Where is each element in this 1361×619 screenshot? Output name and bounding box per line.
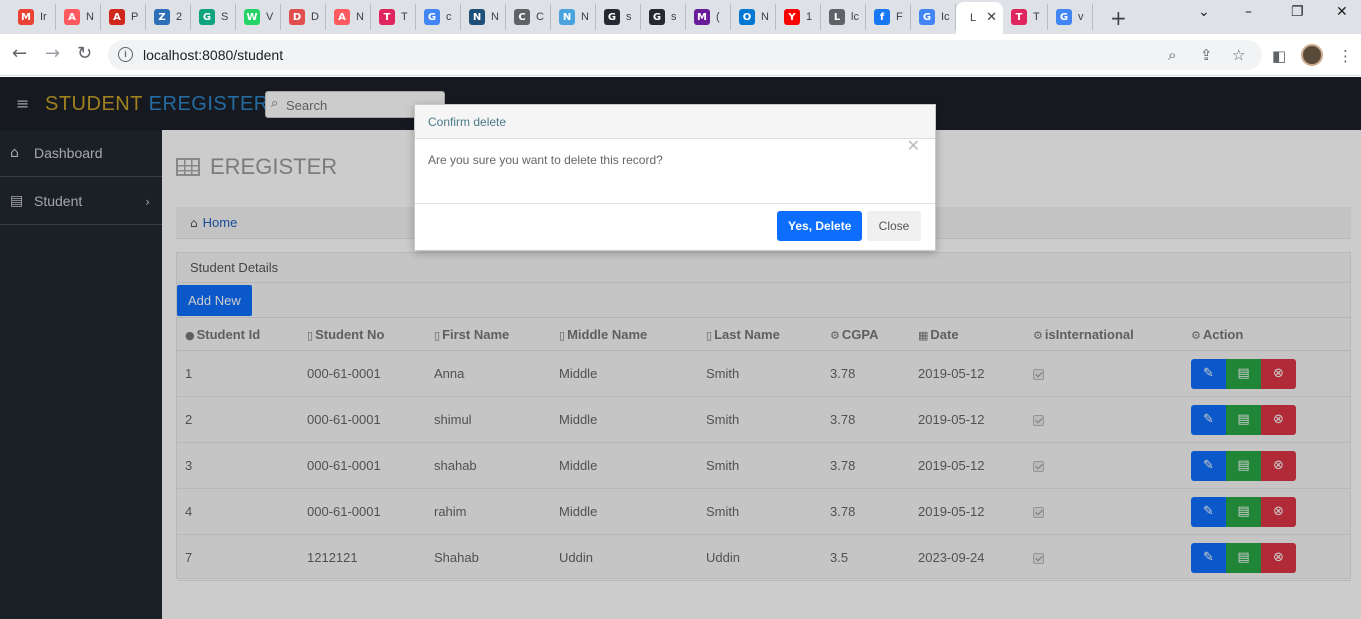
minimize-button[interactable]: – [1245,4,1252,20]
globe-icon: L [829,9,845,25]
close-tab-icon[interactable]: ✕ [986,9,997,25]
confirm-delete-button[interactable]: Yes, Delete [777,211,863,241]
browser-tab[interactable]: AN [56,4,101,30]
browser-tab[interactable]: AN [326,4,371,30]
browser-toolbar: ← → ↻ i localhost:8080/student ⌕ ⇪ ☆ ◧ ⋮ [0,34,1361,76]
browser-tab-label: C [536,11,544,23]
outlook-icon: O [739,9,755,25]
modal-footer: Yes, Delete Close [415,204,935,250]
profile-avatar[interactable] [1301,44,1323,66]
chatgpt-icon: G [199,9,215,25]
browser-tab-strip: M Ir A N A P Z 2 G S W V D D A N T T Gc N N C C N N Gs Gs M(O N Y 1 Llc… [0,0,1361,34]
browser-tab[interactable]: TT [371,4,416,30]
site-icon: T [379,9,395,25]
browser-tab[interactable]: M( [686,4,731,30]
browser-tab-label: F [896,11,903,23]
zoom-icon[interactable]: ⌕ [1168,46,1176,64]
close-window-button[interactable]: ✕ [1336,4,1348,20]
site-info-icon[interactable]: i [118,47,133,62]
browser-tab-label: s [671,11,677,23]
browser-tab-label: c [446,11,452,23]
modal-message: Are you sure you want to delete this rec… [415,139,935,204]
browser-tab[interactable]: L ✕ [956,2,1003,34]
github-icon: G [649,9,665,25]
browser-tab-label: D [311,11,319,23]
browser-tab[interactable]: Y1 [776,4,821,30]
browser-tab-label: 1 [806,11,813,23]
browser-tab[interactable]: NN [551,4,596,30]
browser-tab[interactable]: fF [866,4,911,30]
browser-tab-label: N [581,11,589,23]
browser-tab-label: N [356,11,364,23]
browser-tab-label: ( [716,11,720,23]
adp-icon: A [109,9,125,25]
youtube-icon: Y [784,9,800,25]
site-icon: T [1011,9,1027,25]
reload-icon[interactable]: ↻ [77,43,92,64]
forward-icon[interactable]: → [45,43,60,64]
google-icon: G [424,9,440,25]
browser-tab[interactable]: Llc [821,4,866,30]
browser-tab-label: T [1033,11,1040,23]
browser-tab-label: v [1078,11,1084,23]
side-panel-icon[interactable]: ◧ [1272,47,1286,65]
browser-tab-label: N [86,11,94,23]
browser-tab-label: V [266,11,274,23]
site-icon: D [289,9,305,25]
browser-tab[interactable]: WV [236,4,281,30]
browser-tab-label: lc [851,11,859,23]
browser-tab-label: S [221,11,229,23]
site-icon: N [469,9,485,25]
browser-tab[interactable]: Gv [1048,4,1093,30]
browser-tab[interactable]: CC [506,4,551,30]
browser-tab-label: Ir [40,11,47,23]
browser-tab-label: N [761,11,769,23]
browser-tab[interactable]: NN [461,4,506,30]
browser-tab-label: 2 [176,11,183,23]
back-icon[interactable]: ← [12,43,27,64]
address-bar[interactable]: i localhost:8080/student ⌕ ⇪ ☆ [108,40,1262,70]
whatsapp-icon: W [244,9,260,25]
modal-title: Confirm delete [415,105,935,139]
close-icon[interactable]: ✕ [907,136,920,155]
tab-search-icon[interactable]: ⌄ [1198,4,1210,20]
github-icon: G [604,9,620,25]
facebook-icon: f [874,9,890,25]
browser-tab-label: Ic [941,11,950,23]
browser-tab-label: s [626,11,632,23]
browser-tab-label: L [970,12,977,24]
browser-tab[interactable]: M Ir [10,4,56,30]
browser-tab[interactable]: AP [101,4,146,30]
browser-tab-label: P [131,11,139,23]
browser-tab[interactable]: G Ic [911,4,956,30]
site-icon: N [559,9,575,25]
site-icon: Z [154,9,170,25]
airbnb-icon: A [64,9,80,25]
browser-tab[interactable]: TT [1003,4,1048,30]
mail-icon: M [694,9,710,25]
new-tab-button[interactable]: + [1110,6,1127,30]
browser-tab[interactable]: GS [191,4,236,30]
browser-tab[interactable]: Gs [596,4,641,30]
gmail-icon: M [18,9,34,25]
google-icon: G [919,9,935,25]
browser-tab[interactable]: Gc [416,4,461,30]
browser-menu-icon[interactable]: ⋮ [1338,47,1353,65]
browser-tab-label: N [491,11,499,23]
globe-icon: C [514,9,530,25]
share-icon[interactable]: ⇪ [1200,46,1213,64]
browser-tab[interactable]: ON [731,4,776,30]
maximize-button[interactable]: ❐ [1291,4,1304,20]
browser-tab[interactable]: DD [281,4,326,30]
airbnb-icon: A [334,9,350,25]
google-icon: G [1056,9,1072,25]
browser-tab[interactable]: Gs [641,4,686,30]
address-url[interactable]: localhost:8080/student [143,47,283,63]
confirm-delete-dialog: Confirm delete ✕ Are you sure you want t… [414,104,936,251]
browser-tab-label: T [401,11,408,23]
close-button[interactable]: Close [867,211,921,241]
bookmark-star-icon[interactable]: ☆ [1232,46,1245,64]
browser-tab[interactable]: Z2 [146,4,191,30]
